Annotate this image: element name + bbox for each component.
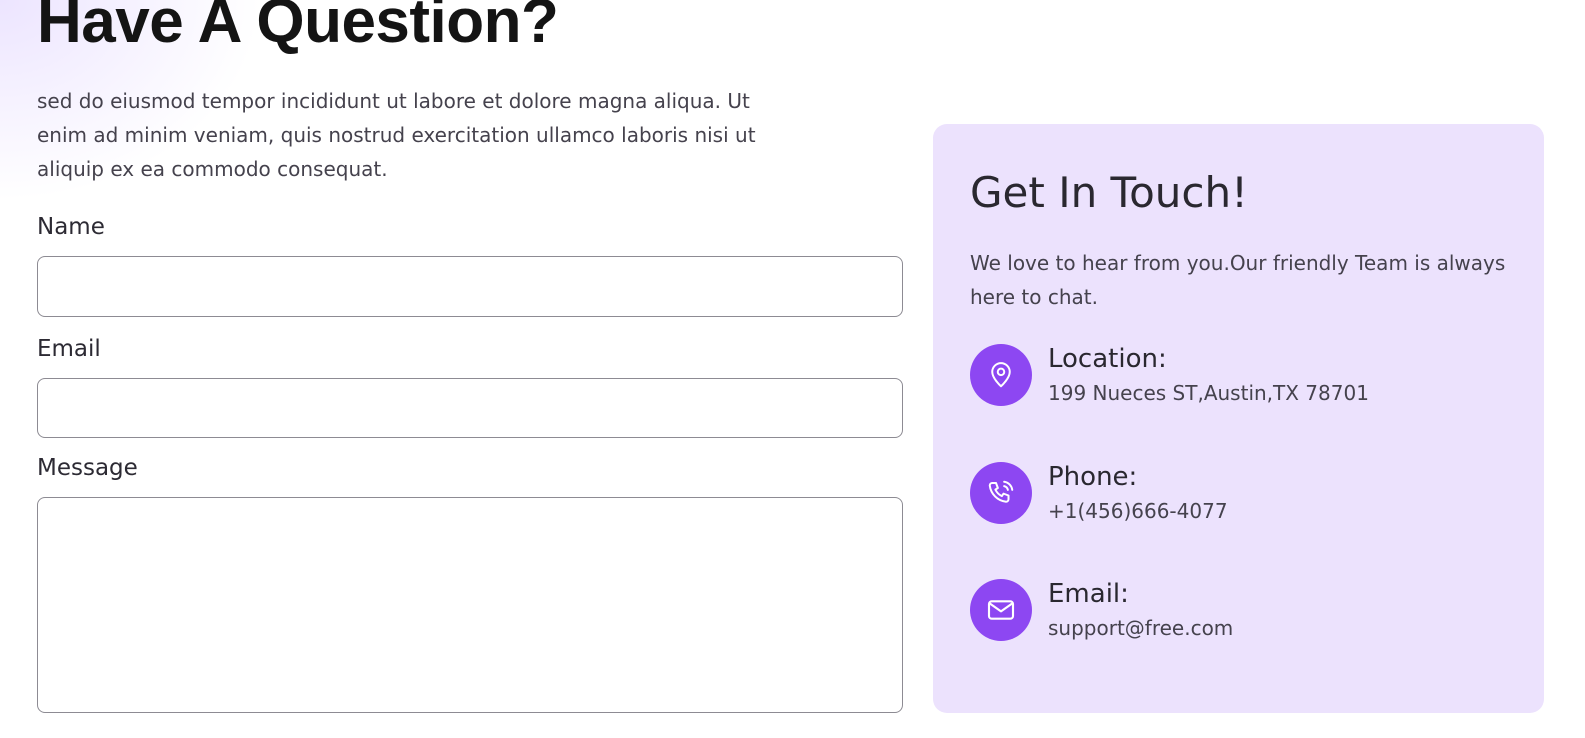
email-value: support@free.com (1048, 616, 1234, 640)
phone-title: Phone: (1048, 462, 1138, 492)
name-input[interactable] (37, 256, 903, 317)
message-textarea[interactable] (37, 497, 903, 713)
phone-value: +1(456)666-4077 (1048, 499, 1228, 523)
email-input[interactable] (37, 378, 903, 438)
card-title: Get In Touch! (970, 168, 1248, 217)
name-label: Name (37, 214, 105, 240)
phone-info: Phone: +1(456)666-4077 (970, 462, 1228, 524)
location-value: 199 Nueces ST,Austin,TX 78701 (1048, 381, 1369, 405)
location-title: Location: (1048, 344, 1167, 374)
phone-icon (970, 462, 1032, 524)
card-description: We love to hear from you.Our friendly Te… (970, 251, 1506, 309)
location-pin-icon (970, 344, 1032, 406)
contact-info-card: Get In Touch! We love to hear from you.O… (933, 124, 1544, 713)
page-title: Have A Question? (37, 0, 559, 56)
intro-text: sed do eiusmod tempor incididunt ut labo… (37, 89, 756, 181)
envelope-icon (970, 579, 1032, 641)
email-label: Email (37, 336, 101, 362)
email-title: Email: (1048, 579, 1129, 609)
location-info: Location: 199 Nueces ST,Austin,TX 78701 (970, 344, 1369, 406)
message-label: Message (37, 455, 138, 481)
contact-page: Have A Question? sed do eiusmod tempor i… (0, 0, 1585, 738)
email-info: Email: support@free.com (970, 579, 1233, 641)
